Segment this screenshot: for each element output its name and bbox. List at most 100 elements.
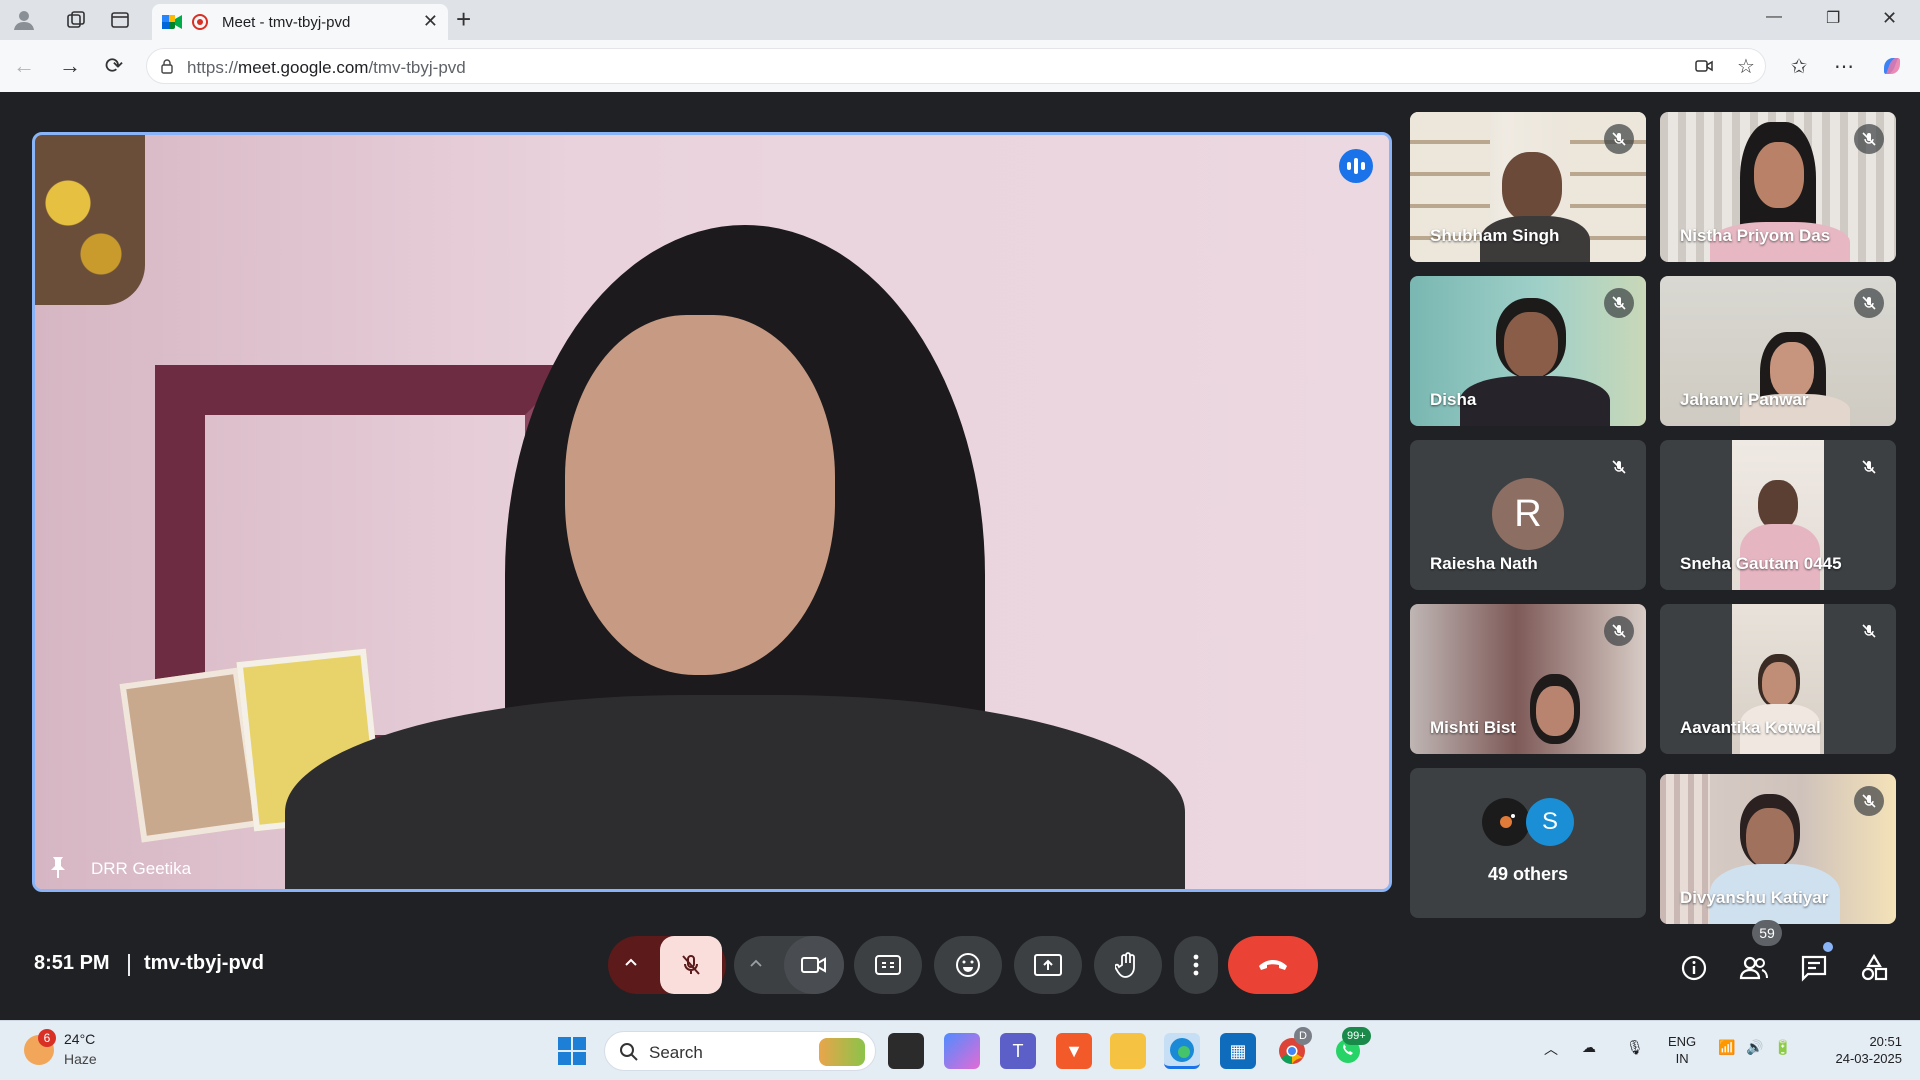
new-tab-button[interactable]: + xyxy=(456,4,471,35)
participant-tile[interactable]: Mishti Bist xyxy=(1410,604,1646,754)
browser-tab-bar: Meet - tmv-tbyj-pvd ✕ + — ❐ ✕ xyxy=(0,0,1920,40)
meet-favicon-icon xyxy=(162,15,182,29)
captions-icon xyxy=(875,955,901,975)
participant-tile[interactable]: Nistha Priyom Das xyxy=(1660,112,1896,262)
present-screen-button[interactable] xyxy=(1014,936,1082,994)
search-highlight-icon xyxy=(819,1038,865,1066)
camera-toggle-button[interactable] xyxy=(784,936,844,994)
search-icon xyxy=(620,1043,638,1061)
background-coins xyxy=(35,135,145,305)
whatsapp-badge: 99+ xyxy=(1342,1027,1371,1045)
participant-tile[interactable]: Jahanvi Panwar xyxy=(1660,276,1896,426)
chrome-profile-badge: D xyxy=(1294,1027,1312,1045)
activities-button[interactable] xyxy=(1852,946,1896,990)
participant-name: Nistha Priyom Das xyxy=(1680,226,1831,245)
raise-hand-button[interactable] xyxy=(1094,936,1162,994)
onedrive-icon[interactable]: ☁ xyxy=(1582,1039,1596,1056)
captions-button[interactable] xyxy=(854,936,922,994)
edge-icon[interactable] xyxy=(1164,1033,1200,1069)
tray-overflow-icon[interactable]: ︿ xyxy=(1544,1039,1558,1059)
wifi-icon[interactable]: 📶 xyxy=(1718,1039,1735,1056)
reload-icon[interactable]: ⟳ xyxy=(100,52,128,80)
microphone-icon[interactable]: 🎙 xyxy=(1626,1039,1644,1056)
copilot-app-icon[interactable] xyxy=(944,1033,980,1069)
task-view-icon[interactable] xyxy=(888,1033,924,1069)
more-options-button[interactable] xyxy=(1174,936,1218,994)
tab-close-icon[interactable]: ✕ xyxy=(423,11,438,32)
audio-options-chevron-icon[interactable] xyxy=(622,953,640,971)
lock-icon[interactable] xyxy=(159,58,175,74)
workspaces-icon[interactable] xyxy=(62,6,90,34)
tab-meet[interactable]: Meet - tmv-tbyj-pvd ✕ xyxy=(152,4,448,40)
favorites-icon[interactable]: ✩ xyxy=(1785,52,1813,80)
meeting-time: 8:51 PM xyxy=(34,952,110,974)
weather-badge: 6 xyxy=(38,1029,56,1047)
participant-tile[interactable]: Divyanshu Katiyar xyxy=(1660,774,1896,924)
reactions-button[interactable] xyxy=(934,936,1002,994)
people-button[interactable] xyxy=(1732,946,1776,990)
url-text: https://meet.google.com/tmv-tbyj-pvd xyxy=(187,58,466,77)
emoji-icon xyxy=(956,953,980,977)
close-window-icon[interactable]: ✕ xyxy=(1882,8,1897,29)
url-field[interactable]: https://meet.google.com/tmv-tbyj-pvd xyxy=(146,48,1766,84)
minimize-icon[interactable]: — xyxy=(1766,8,1782,26)
vertical-tabs-icon[interactable] xyxy=(106,6,134,34)
camera-icon xyxy=(801,957,826,973)
store-icon[interactable]: ▦ xyxy=(1220,1033,1256,1069)
activities-icon xyxy=(1861,954,1888,981)
pin-icon[interactable] xyxy=(47,855,69,879)
meeting-details-button[interactable] xyxy=(1672,946,1716,990)
participant-tile[interactable]: Shubham Singh xyxy=(1410,112,1646,262)
meet-stage: DRR Geetika Shubham Singh Nistha Priyom … xyxy=(6,94,1914,1014)
favorite-star-icon[interactable]: ☆ xyxy=(1732,52,1760,80)
mic-off-icon xyxy=(1854,786,1884,816)
restore-icon[interactable]: ❐ xyxy=(1826,8,1840,28)
divider xyxy=(128,954,130,976)
chat-button[interactable] xyxy=(1792,946,1836,990)
battery-icon[interactable]: 🔋 xyxy=(1774,1039,1791,1056)
avatar: S xyxy=(1526,798,1574,846)
mic-control-group xyxy=(608,936,726,994)
leave-call-button[interactable] xyxy=(1228,936,1318,994)
avatar: R xyxy=(1492,478,1564,550)
others-count: 49 others xyxy=(1487,864,1569,884)
more-menu-icon[interactable]: ⋯ xyxy=(1830,52,1858,80)
windows-start-icon[interactable] xyxy=(554,1033,590,1069)
mic-off-icon xyxy=(682,955,700,975)
back-icon[interactable]: ← xyxy=(10,52,38,80)
people-count-badge: 59 xyxy=(1752,920,1782,946)
participant-tile[interactable]: R Raiesha Nath xyxy=(1410,440,1646,590)
brave-icon[interactable]: ▼ xyxy=(1056,1033,1092,1069)
copilot-icon[interactable] xyxy=(1878,52,1906,80)
mic-off-icon xyxy=(1604,452,1634,482)
taskbar-search[interactable]: Search xyxy=(604,1031,876,1071)
weather-temp[interactable]: 24°C xyxy=(64,1031,95,1047)
teams-icon[interactable]: T xyxy=(1000,1033,1036,1069)
volume-icon[interactable]: 🔊 xyxy=(1746,1039,1763,1056)
mic-off-icon xyxy=(1604,124,1634,154)
chat-unread-dot xyxy=(1823,942,1833,952)
language-indicator[interactable]: ENG IN xyxy=(1668,1033,1696,1067)
video-options-chevron-icon[interactable] xyxy=(748,955,764,971)
participant-name: Divyanshu Katiyar xyxy=(1680,888,1829,907)
mic-toggle-button[interactable] xyxy=(660,936,722,994)
file-explorer-icon[interactable] xyxy=(1110,1033,1146,1069)
profile-icon[interactable] xyxy=(10,6,38,34)
clock[interactable]: 20:51 24-03-2025 xyxy=(1816,1033,1903,1067)
speaking-indicator-icon xyxy=(1339,149,1373,183)
others-tile[interactable]: S 49 others xyxy=(1410,768,1646,918)
address-bar: ← → ⟳ https://meet.google.com/tmv-tbyj-p… xyxy=(0,40,1920,92)
meeting-code: tmv-tbyj-pvd xyxy=(144,952,264,974)
mic-off-icon xyxy=(1854,616,1884,646)
weather-condition[interactable]: Haze xyxy=(64,1051,97,1067)
end-call-icon xyxy=(1259,960,1287,970)
camera-permission-icon[interactable] xyxy=(1690,52,1718,80)
participant-tile[interactable]: Disha xyxy=(1410,276,1646,426)
people-icon xyxy=(1739,956,1768,980)
recording-icon xyxy=(192,14,208,30)
participant-name: Disha xyxy=(1430,390,1477,409)
participant-tile[interactable]: Aavantika Kotwal xyxy=(1660,604,1896,754)
forward-icon[interactable]: → xyxy=(56,52,84,80)
participant-tile[interactable]: Sneha Gautam 0445 xyxy=(1660,440,1896,590)
main-speaker-tile[interactable]: DRR Geetika xyxy=(32,132,1392,892)
